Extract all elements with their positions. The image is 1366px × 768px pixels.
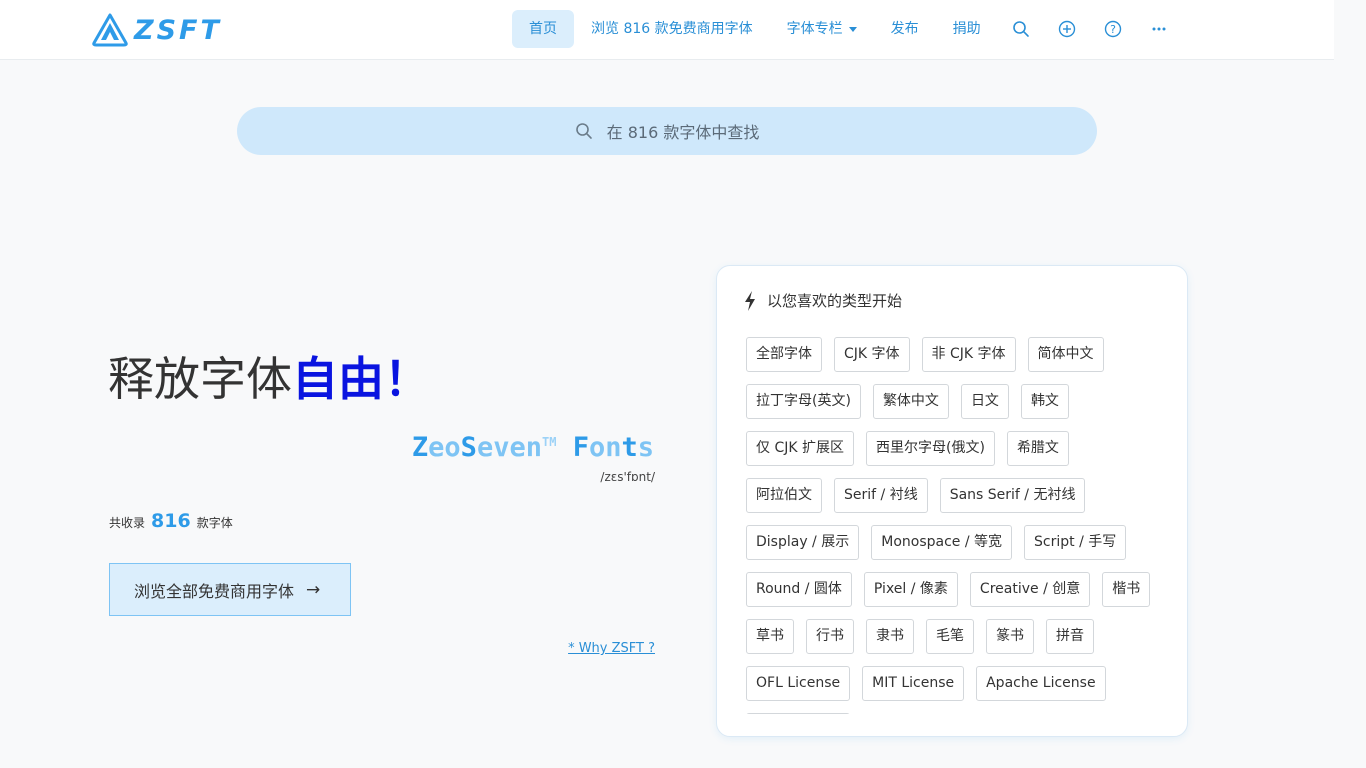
hero-title-main: 释放字体: [108, 352, 292, 406]
category-tag[interactable]: Creative / 创意: [969, 572, 1091, 607]
category-tag[interactable]: Pixel / 像素: [863, 572, 958, 607]
wordmark-s2: s: [637, 432, 654, 463]
logo-mark-icon: [92, 13, 128, 47]
category-tag[interactable]: Serif / 衬线: [834, 478, 928, 513]
hero-title-accent: 自由！: [292, 352, 430, 406]
category-tag[interactable]: 楷书: [1102, 572, 1151, 607]
wordmark-on: on: [588, 432, 622, 463]
search-placeholder: 在 816 款字体中查找: [606, 123, 760, 142]
svg-text:?: ?: [1110, 23, 1116, 36]
category-tag[interactable]: 草书: [746, 619, 794, 654]
category-tag[interactable]: GPL License: [746, 713, 851, 714]
nav-browse-fonts[interactable]: 浏览 816 款免费商用字体: [574, 10, 770, 48]
caret-down-icon: [848, 26, 857, 32]
category-tag[interactable]: 西里尔字母(俄文): [866, 431, 995, 466]
wordmark-t: t: [621, 432, 638, 463]
category-tag[interactable]: Sans Serif / 无衬线: [939, 478, 1086, 513]
scrollbar-track[interactable]: [1334, 0, 1366, 768]
category-tag[interactable]: Apache License: [976, 666, 1106, 701]
panel-heading: 以您喜欢的类型开始: [743, 290, 902, 311]
category-tag[interactable]: Display / 展示: [746, 525, 860, 560]
category-tag[interactable]: 繁体中文: [872, 384, 949, 419]
category-tag[interactable]: 隶书: [866, 619, 914, 654]
plus-circle-icon[interactable]: [1044, 10, 1090, 48]
why-zsft-link[interactable]: * Why ZSFT ?: [568, 641, 655, 656]
category-tag[interactable]: 毛笔: [926, 619, 974, 654]
category-tag[interactable]: 韩文: [1020, 384, 1069, 419]
wordmark-even: even: [476, 432, 542, 463]
wordmark-s: S: [460, 432, 477, 463]
search-icon: [575, 123, 592, 139]
nav-donate[interactable]: 捐助: [936, 10, 998, 48]
nav-home[interactable]: 首页: [512, 10, 574, 48]
font-count: 共收录 816 款字体: [109, 510, 233, 532]
category-tag[interactable]: 行书: [806, 619, 854, 654]
hero-title: 释放字体自由！: [108, 352, 430, 407]
wordmark-tm: TM: [541, 435, 557, 449]
category-tag[interactable]: 全部字体: [746, 337, 822, 372]
category-tag[interactable]: Round / 圆体: [746, 572, 852, 607]
cta-label: 浏览全部免费商用字体: [134, 581, 295, 601]
category-tag[interactable]: 拉丁字母(英文): [746, 384, 861, 419]
nav-font-columns[interactable]: 字体专栏: [770, 10, 874, 48]
site-logo[interactable]: ZSFT: [92, 13, 222, 47]
category-tag[interactable]: 简体中文: [1027, 337, 1104, 372]
category-tag[interactable]: CJK 字体: [834, 337, 910, 372]
category-tag[interactable]: 阿拉伯文: [746, 478, 822, 513]
category-tag[interactable]: Monospace / 等宽: [871, 525, 1013, 560]
help-circle-icon[interactable]: ?: [1090, 10, 1136, 48]
count-number: 816: [151, 510, 191, 532]
search-bar[interactable]: 在 816 款字体中查找: [237, 107, 1097, 155]
logo-text: ZSFT: [134, 14, 222, 46]
main-nav: 首页 浏览 816 款免费商用字体 字体专栏 发布 捐助 ?: [512, 10, 1182, 48]
category-tag[interactable]: OFL License: [746, 666, 851, 701]
category-tag[interactable]: Script / 手写: [1024, 525, 1127, 560]
lightning-icon: [745, 290, 755, 311]
panel-heading-text: 以您喜欢的类型开始: [767, 292, 903, 310]
phonetic-text: /zɛs'fɒnt/: [600, 470, 655, 484]
category-panel: 以您喜欢的类型开始 全部字体 CJK 字体非 CJK 字体 简体中文拉丁字母(英文)…: [716, 265, 1188, 737]
top-navbar: ZSFT 首页 浏览 816 款免费商用字体 字体专栏 发布 捐助 ?: [0, 0, 1334, 60]
wordmark-eo: eo: [428, 432, 461, 463]
wordmark-z: Z: [411, 432, 429, 463]
category-tag[interactable]: 仅 CJK 扩展区: [746, 431, 854, 466]
category-tag[interactable]: 非 CJK 字体: [921, 337, 1016, 372]
category-tag[interactable]: 日文: [960, 384, 1009, 419]
more-icon[interactable]: [1136, 10, 1182, 48]
browse-all-fonts-button[interactable]: 浏览全部免费商用字体 →: [109, 563, 351, 616]
category-tag[interactable]: 希腊文: [1006, 431, 1069, 466]
brand-wordmark: ZeoSevenTM Fonts: [412, 432, 654, 463]
category-tag[interactable]: 篆书: [986, 619, 1034, 654]
category-tag[interactable]: 拼音: [1046, 619, 1094, 654]
nav-publish[interactable]: 发布: [874, 10, 936, 48]
count-prefix: 共收录: [109, 516, 146, 530]
search-icon[interactable]: [998, 10, 1044, 48]
category-tag[interactable]: MIT License: [862, 666, 965, 701]
count-suffix: 款字体: [196, 516, 233, 530]
nav-font-columns-label: 字体专栏: [786, 21, 843, 37]
category-tag-list: 全部字体 CJK 字体非 CJK 字体 简体中文拉丁字母(英文) 繁体中文 日文 韩文仅 …: [746, 337, 1166, 714]
wordmark-f: F: [572, 432, 589, 463]
arrow-right-icon: →: [306, 579, 321, 600]
